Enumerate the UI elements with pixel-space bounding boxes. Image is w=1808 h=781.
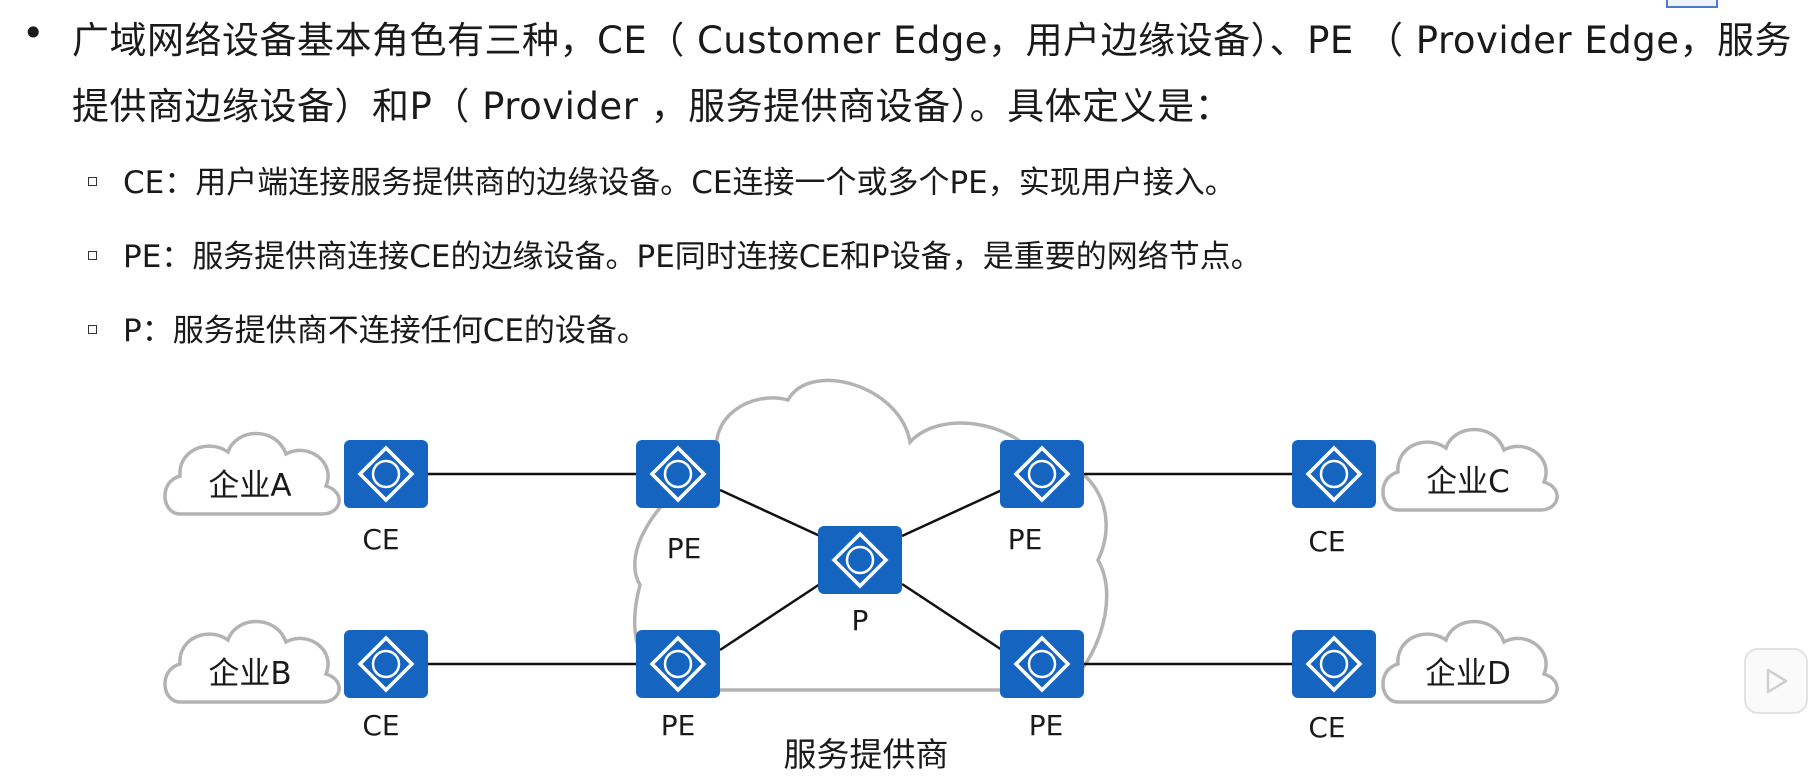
play-icon: [1766, 668, 1788, 694]
router-icon: [1290, 438, 1378, 510]
cloud-icon: 企业D: [1381, 619, 1559, 704]
router-icon: [342, 628, 430, 700]
link-peA-p: [719, 488, 821, 538]
enterprise-a-label: 企业A: [208, 468, 291, 504]
pe-d-label: PE: [1029, 709, 1064, 742]
router-icon: [998, 438, 1086, 510]
ce-c-label: CE: [1308, 525, 1345, 558]
link-peB-p: [719, 582, 821, 652]
enterprise-b-label: 企业B: [208, 656, 291, 692]
p-label: P: [852, 604, 869, 637]
cloud-icon: 企业A: [163, 431, 341, 516]
cloud-icon: 企业B: [163, 619, 341, 704]
pe-a-label: PE: [667, 532, 702, 565]
provider-label: 服务提供商: [784, 735, 949, 774]
side-play-button[interactable]: [1744, 648, 1808, 714]
ce-d-label: CE: [1308, 711, 1345, 744]
enterprise-d-label: 企业D: [1425, 656, 1511, 692]
router-icon: [1290, 628, 1378, 700]
corner-tab[interactable]: [1666, 0, 1718, 8]
router-icon: [634, 438, 722, 510]
link-peD-p: [901, 582, 1003, 652]
ce-a-label: CE: [362, 523, 399, 556]
router-icon: [634, 628, 722, 700]
router-icon: [816, 524, 904, 596]
router-icon: [998, 628, 1086, 700]
cloud-icon: 企业C: [1381, 427, 1559, 512]
network-diagram: 企业A 企业B 企业C 企业D CE PE P PE CE CE PE PE C…: [163, 378, 1559, 774]
pe-b-label: PE: [661, 709, 696, 742]
pe-c-label: PE: [1008, 523, 1043, 556]
router-icon: [342, 438, 430, 510]
link-peC-p: [901, 488, 1003, 538]
ce-b-label: CE: [362, 709, 399, 742]
enterprise-c-label: 企业C: [1426, 464, 1510, 500]
